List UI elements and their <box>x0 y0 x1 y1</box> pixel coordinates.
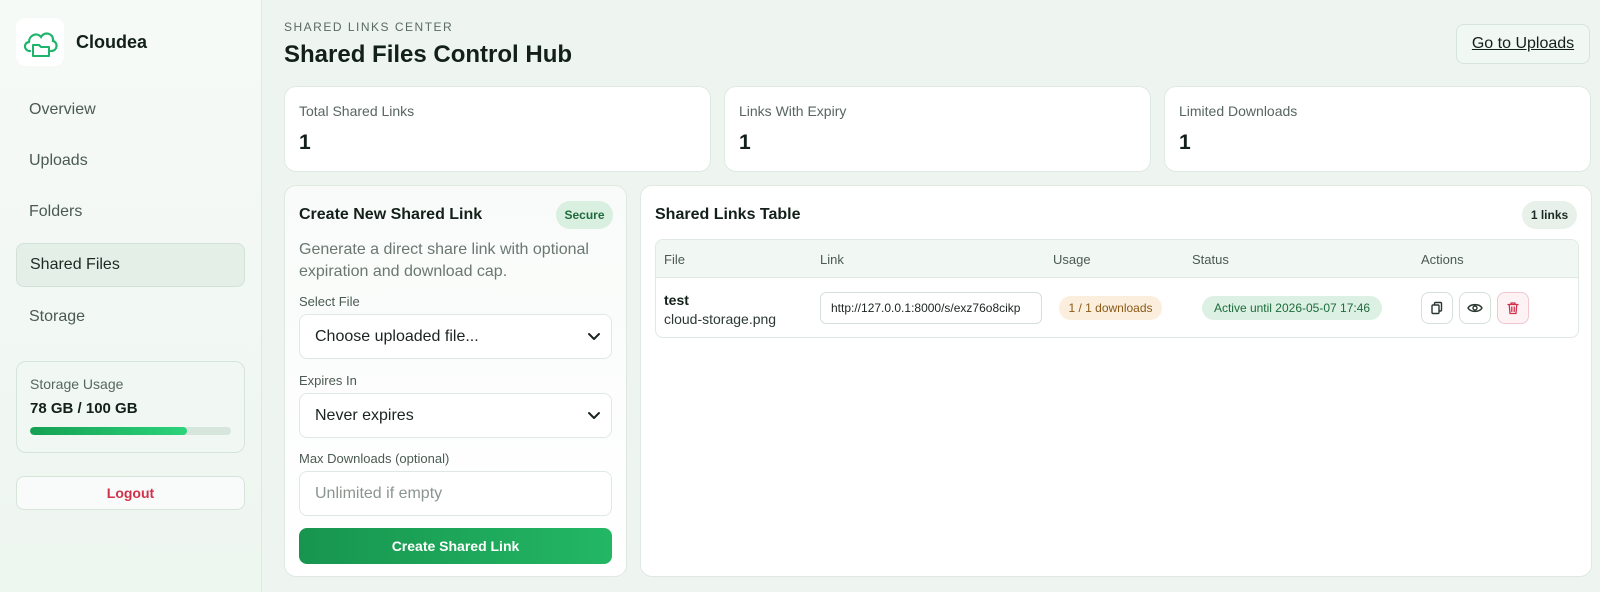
select-file-dropdown[interactable]: Choose uploaded file... <box>299 314 612 359</box>
status-badge: Active until 2026-05-07 17:46 <box>1202 296 1382 320</box>
delete-link-button[interactable] <box>1497 292 1529 324</box>
column-header-actions: Actions <box>1421 252 1464 267</box>
chevron-down-icon <box>588 333 600 340</box>
file-cell: test cloud-storage.png <box>664 292 776 327</box>
usage-badge: 1 / 1 downloads <box>1059 296 1162 320</box>
stat-card-total-shared-links: Total Shared Links 1 <box>284 86 711 172</box>
storage-usage-value: 78 GB / 100 GB <box>30 400 138 417</box>
sidebar-item-storage[interactable]: Storage <box>16 295 245 339</box>
chevron-down-icon <box>588 412 600 419</box>
eye-icon <box>1467 303 1483 313</box>
stat-label: Total Shared Links <box>299 103 415 119</box>
select-file-label: Select File <box>299 294 360 309</box>
create-panel-description: Generate a direct share link with option… <box>299 241 589 280</box>
expires-in-label: Expires In <box>299 373 357 388</box>
storage-usage-label: Storage Usage <box>30 376 124 392</box>
shared-links-table: File Link Usage Status Actions test clou… <box>655 239 1579 338</box>
column-header-link: Link <box>820 252 844 267</box>
go-to-uploads-button[interactable]: Go to Uploads <box>1456 24 1590 64</box>
copy-link-button[interactable] <box>1421 292 1453 324</box>
create-panel-title: Create New Shared Link <box>299 206 483 223</box>
create-shared-link-button[interactable]: Create Shared Link <box>299 528 612 564</box>
stat-label: Links With Expiry <box>739 103 847 119</box>
share-link-field[interactable]: http://127.0.0.1:8000/s/exz76o8cikp <box>820 292 1042 324</box>
create-shared-link-panel: Create New Shared Link Secure Generate a… <box>284 185 627 577</box>
sidebar-item-shared-files[interactable]: Shared Files <box>16 243 245 287</box>
brand-name: Cloudea <box>76 31 148 52</box>
cloud-folder-icon <box>16 18 64 66</box>
brand[interactable]: Cloudea <box>16 18 147 66</box>
stat-value: 1 <box>299 131 311 154</box>
file-title: test <box>664 292 689 308</box>
sidebar: Cloudea Overview Uploads Folders Shared … <box>0 0 262 592</box>
shared-links-table-panel: Shared Links Table 1 links File Link Usa… <box>640 185 1592 577</box>
page-eyebrow: SHARED LINKS CENTER <box>284 20 454 34</box>
expires-in-value: Never expires <box>315 406 414 424</box>
main-content: SHARED LINKS CENTER Shared Files Control… <box>262 0 1600 592</box>
column-header-file: File <box>664 252 685 267</box>
file-name: cloud-storage.png <box>664 311 777 327</box>
sidebar-item-overview[interactable]: Overview <box>16 88 245 132</box>
stat-card-links-with-expiry: Links With Expiry 1 <box>724 86 1151 172</box>
expires-in-dropdown[interactable]: Never expires <box>299 393 612 438</box>
stat-card-limited-downloads: Limited Downloads 1 <box>1164 86 1591 172</box>
logout-button[interactable]: Logout <box>16 476 245 510</box>
select-file-value: Choose uploaded file... <box>315 327 479 345</box>
max-downloads-input[interactable]: Unlimited if empty <box>299 471 612 516</box>
copy-icon <box>1431 301 1443 315</box>
column-header-status: Status <box>1192 252 1229 267</box>
stat-value: 1 <box>739 131 751 154</box>
sidebar-item-folders[interactable]: Folders <box>16 190 245 234</box>
storage-usage-card: Storage Usage 78 GB / 100 GB <box>16 361 245 453</box>
view-link-button[interactable] <box>1459 292 1491 324</box>
storage-progress-bar <box>30 427 231 435</box>
secure-badge: Secure <box>556 201 613 229</box>
links-count-badge: 1 links <box>1522 201 1577 229</box>
stat-value: 1 <box>1179 131 1191 154</box>
column-header-usage: Usage <box>1053 252 1091 267</box>
trash-icon <box>1507 302 1519 315</box>
sidebar-item-uploads[interactable]: Uploads <box>16 139 245 183</box>
stat-label: Limited Downloads <box>1179 103 1298 119</box>
table-header: File Link Usage Status Actions <box>656 240 1578 278</box>
max-downloads-label: Max Downloads (optional) <box>299 451 450 466</box>
page-title: Shared Files Control Hub <box>284 41 573 68</box>
table-panel-title: Shared Links Table <box>655 206 801 223</box>
storage-progress-fill <box>30 427 187 435</box>
